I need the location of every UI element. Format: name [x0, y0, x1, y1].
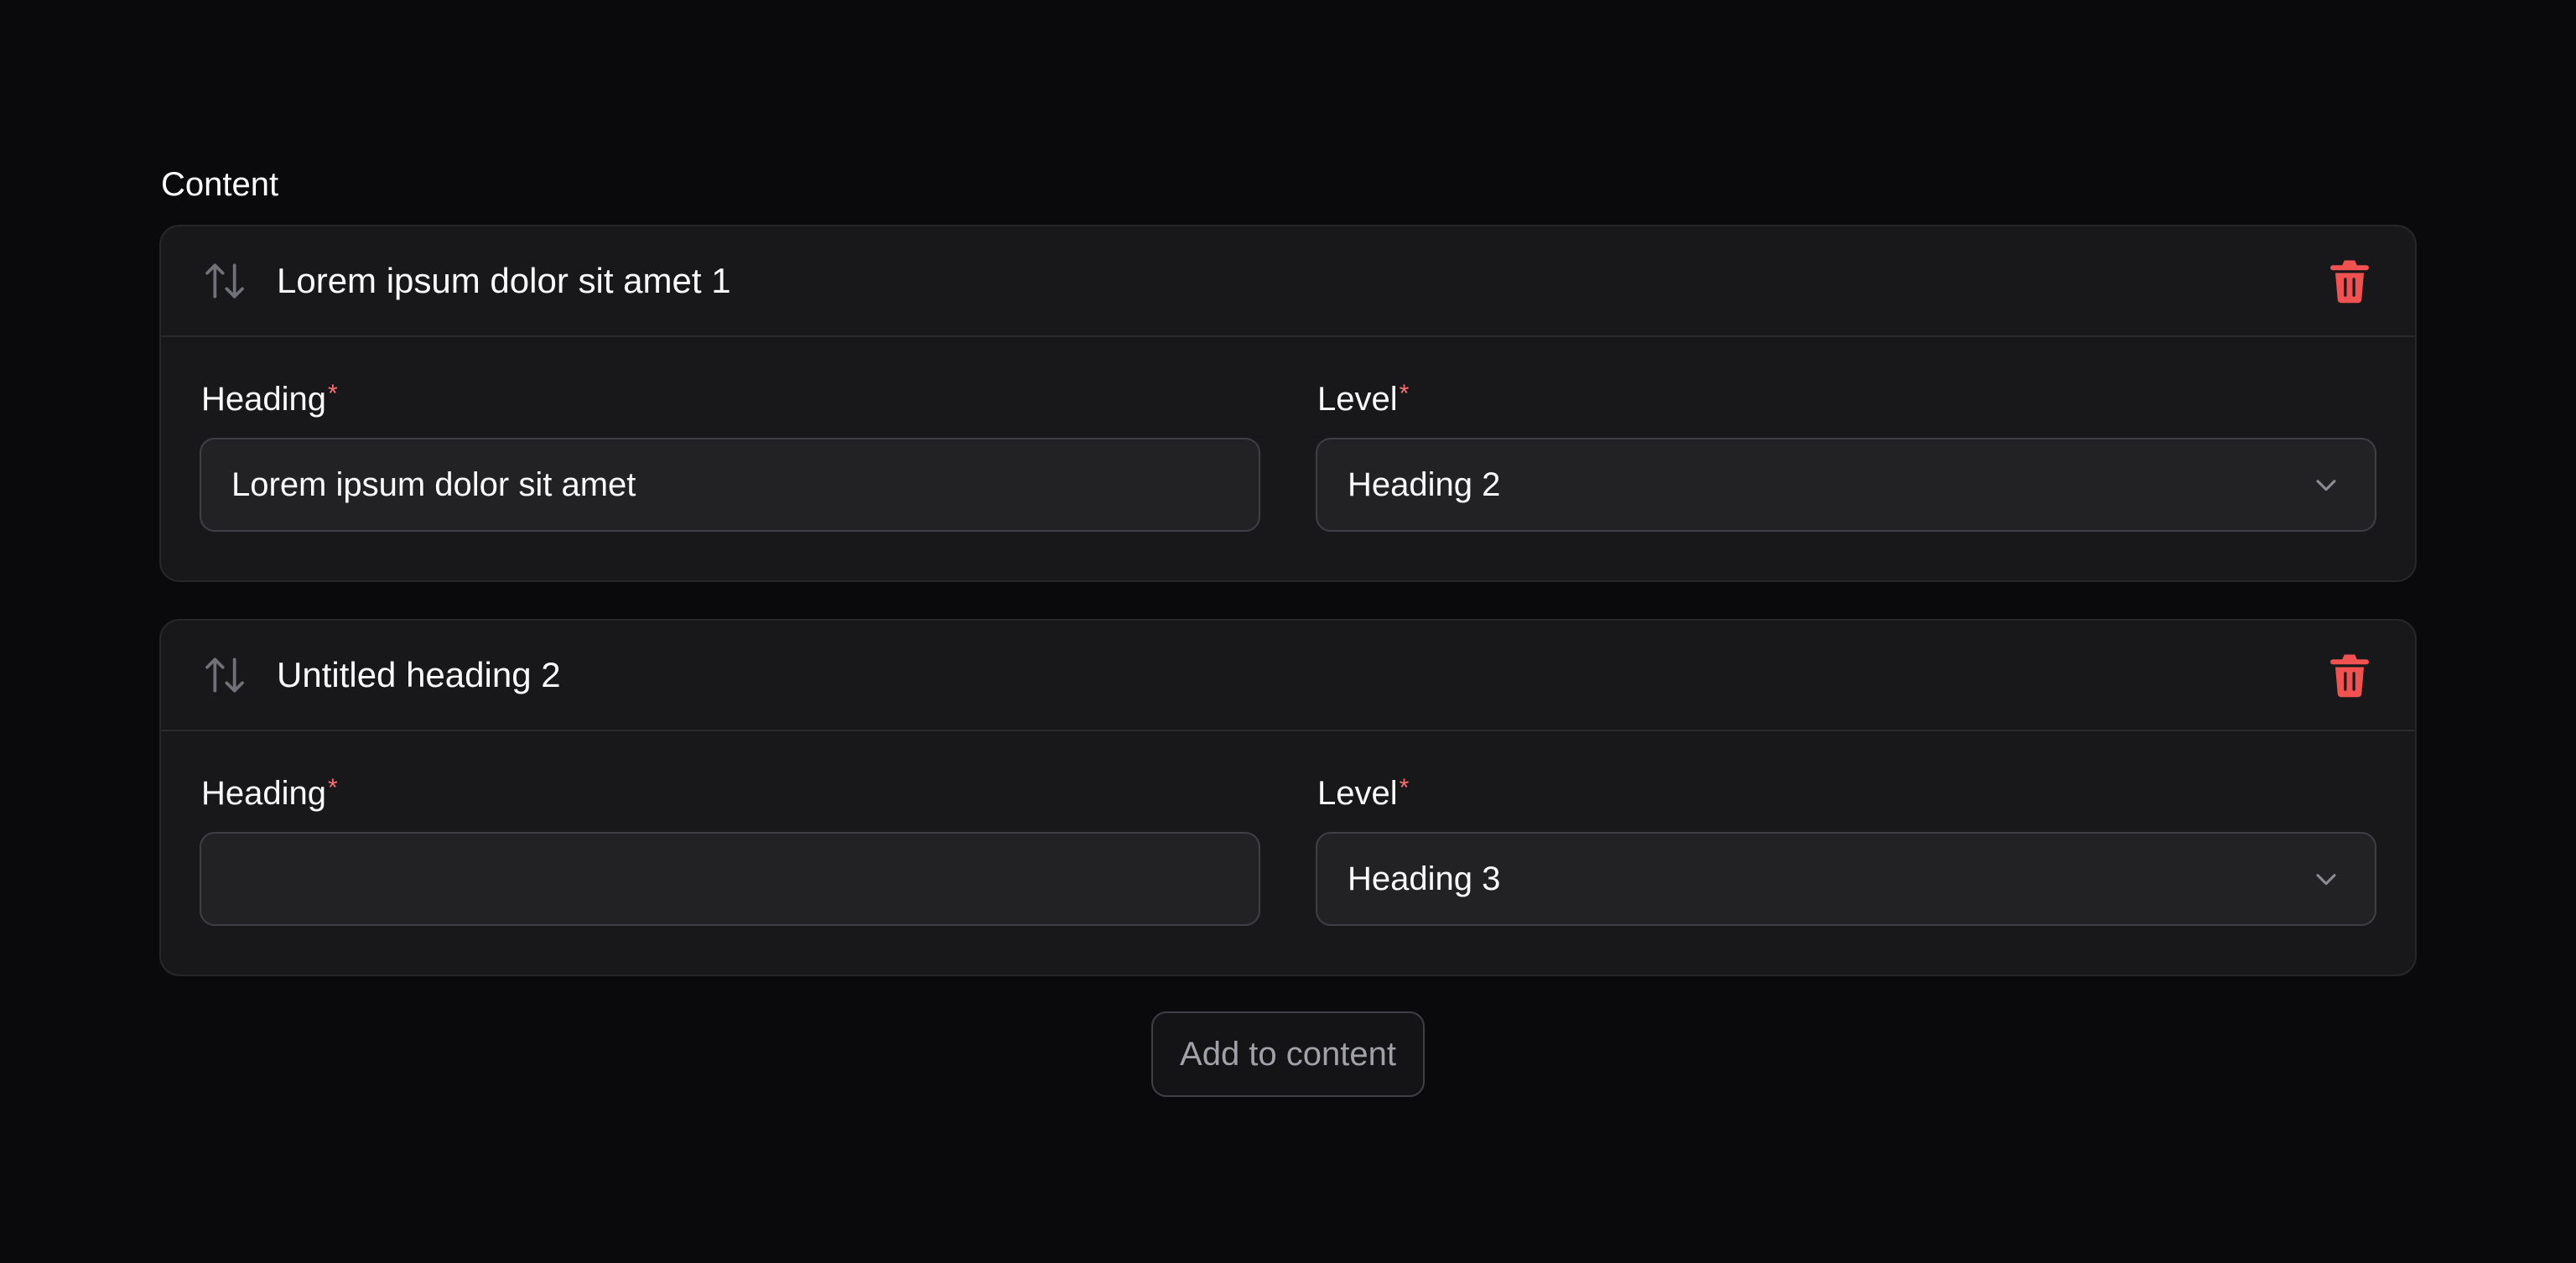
repeater-item-title: Lorem ipsum dolor sit amet 1: [277, 261, 731, 300]
heading-field: Heading*: [200, 772, 1260, 926]
arrows-up-down-icon: [205, 263, 244, 299]
required-marker: *: [328, 380, 338, 408]
add-to-content-button[interactable]: Add to content: [1151, 1011, 1425, 1097]
repeater-item-header: Untitled heading 2: [161, 621, 2415, 731]
level-label: Level*: [1317, 772, 2376, 819]
section-label: Content: [161, 166, 279, 203]
repeater-item: Untitled heading 2 Heading* Level* Headi…: [159, 619, 2417, 976]
heading-label: Heading*: [201, 772, 1260, 819]
heading-label-text: Heading: [201, 775, 327, 812]
trash-icon: [2330, 654, 2369, 698]
level-field: Level* Heading 2: [1316, 377, 2376, 532]
chevron-down-icon: [2309, 468, 2343, 502]
level-label-text: Level: [1317, 381, 1398, 418]
heading-field: Heading* Lorem ipsum dolor sit amet: [200, 377, 1260, 532]
level-field: Level* Heading 3: [1316, 772, 2376, 926]
repeater-item-header: Lorem ipsum dolor sit amet 1: [161, 226, 2415, 337]
heading-label: Heading*: [201, 377, 1260, 424]
reorder-handle[interactable]: [201, 652, 248, 699]
delete-item-button[interactable]: [2326, 652, 2373, 699]
chevron-down-icon: [2309, 862, 2343, 896]
repeater-item-body: Heading* Lorem ipsum dolor sit amet Leve…: [161, 337, 2415, 532]
repeater-item: Lorem ipsum dolor sit amet 1 Heading* Lo…: [159, 225, 2417, 582]
heading-input[interactable]: [200, 832, 1260, 926]
reorder-handle[interactable]: [201, 257, 248, 304]
level-label: Level*: [1317, 377, 2376, 424]
level-select-value: Heading 3: [1348, 860, 1501, 897]
repeater-item-title: Untitled heading 2: [277, 655, 561, 694]
level-select[interactable]: Heading 2: [1316, 438, 2376, 532]
repeater-item-body: Heading* Level* Heading 3: [161, 731, 2415, 926]
add-row: Add to content: [159, 1011, 2417, 1097]
required-marker: *: [1399, 774, 1410, 802]
heading-label-text: Heading: [201, 381, 327, 418]
arrows-up-down-icon: [205, 657, 244, 693]
heading-input[interactable]: Lorem ipsum dolor sit amet: [200, 438, 1260, 532]
required-marker: *: [1399, 380, 1410, 408]
delete-item-button[interactable]: [2326, 257, 2373, 304]
required-marker: *: [328, 774, 338, 802]
level-select-value: Heading 2: [1348, 465, 1501, 503]
content-field-group: Content Lorem ipsum dolor sit amet 1 Hea…: [159, 159, 2417, 1097]
trash-icon: [2330, 260, 2369, 304]
level-select[interactable]: Heading 3: [1316, 832, 2376, 926]
level-label-text: Level: [1317, 775, 1398, 812]
